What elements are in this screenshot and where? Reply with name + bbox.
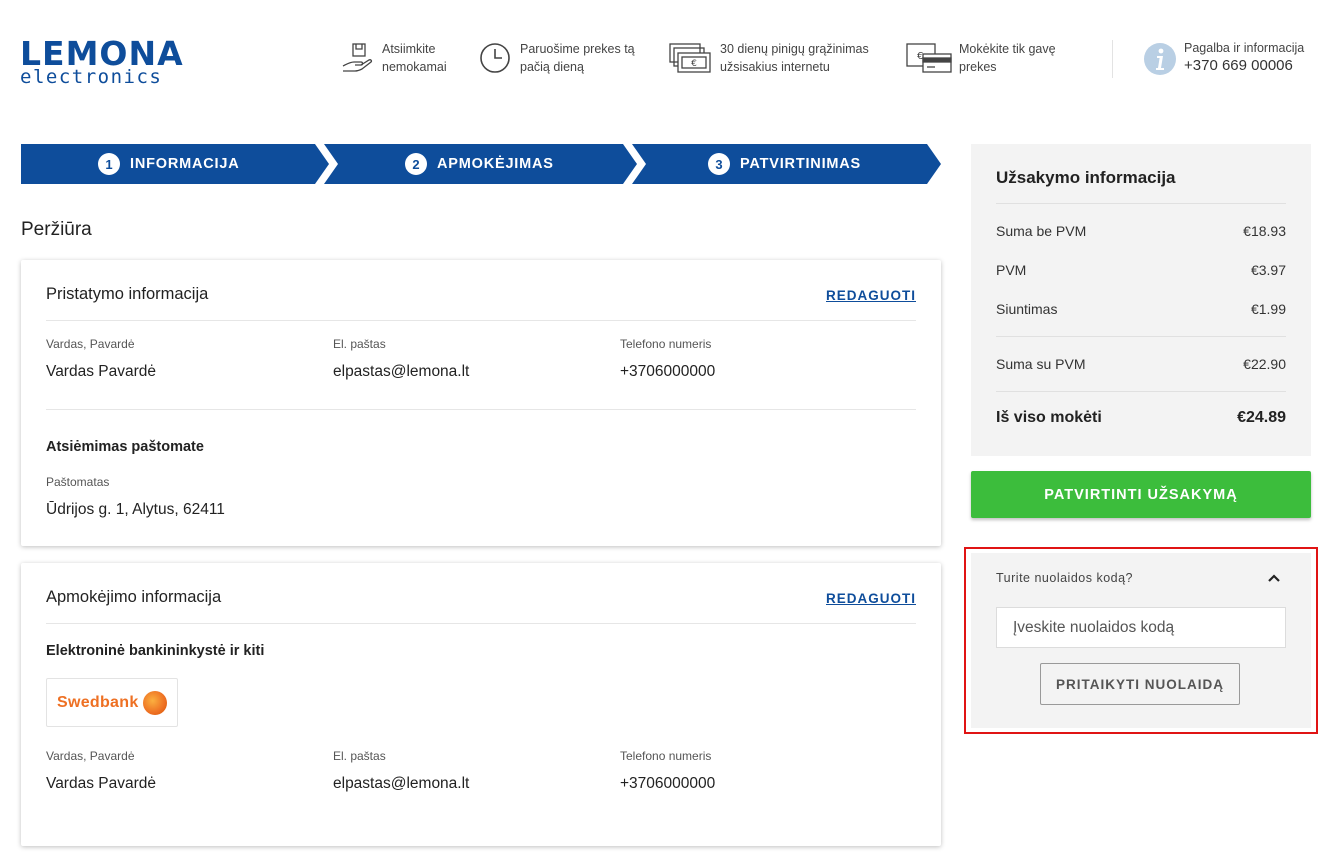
row-label: Siuntimas	[996, 301, 1058, 317]
help-label: Pagalba ir informacija	[1184, 41, 1305, 55]
row-value: €18.93	[1243, 223, 1286, 239]
delivery-card-title: Pristatymo informacija	[46, 285, 209, 303]
row-label: PVM	[996, 262, 1027, 278]
help-contact[interactable]: Pagalba ir informacija +370 669 00006	[1143, 40, 1304, 76]
divider	[996, 391, 1286, 392]
apply-discount-button[interactable]: PRITAIKYTI NUOLAIDĄ	[1040, 663, 1240, 705]
discount-code-panel: Turite nuolaidos kodą? PRITAIKYTI NUOLAI…	[971, 553, 1311, 728]
divider	[46, 320, 916, 321]
locker-label: Paštomatas	[46, 475, 110, 489]
row-label: Suma su PVM	[996, 356, 1086, 372]
header-divider	[1112, 40, 1113, 78]
step-label: APMOKĖJIMAS	[437, 156, 554, 172]
money-icon: €	[669, 43, 711, 73]
divider	[46, 623, 916, 624]
total-label: Iš viso mokėti	[996, 409, 1102, 426]
usp-free-pickup: Atsiimkite nemokamai	[340, 40, 447, 76]
row-value: €1.99	[1250, 301, 1286, 317]
discount-code-input[interactable]	[996, 607, 1286, 648]
divider	[996, 203, 1286, 204]
usp-line2: prekes	[959, 60, 997, 74]
usp-line2: nemokamai	[382, 60, 447, 74]
email-value: elpastas@lemona.lt	[333, 363, 470, 380]
chevron-up-icon[interactable]	[1267, 573, 1281, 583]
usp-line1: 30 dienų pinigų grąžinimas	[720, 42, 869, 56]
payment-card-title: Apmokėjimo informacija	[46, 588, 222, 606]
step-payment[interactable]: 2 APMOKĖJIMAS	[405, 144, 554, 184]
bank-name: Swedbank	[57, 693, 139, 711]
step-number: 1	[98, 153, 120, 175]
step-number: 2	[405, 153, 427, 175]
hand-box-icon	[342, 43, 373, 72]
name-label: Vardas, Pavardė	[46, 337, 135, 351]
step-confirmation: 3 PATVIRTINIMAS	[708, 144, 861, 184]
lemona-logo[interactable]: LEMONA electronics	[20, 37, 183, 88]
usp-line1: Atsiimkite	[382, 42, 436, 56]
row-label: Suma be PVM	[996, 223, 1087, 239]
summary-row-total: Iš viso mokėti €24.89	[996, 409, 1286, 427]
usp-line2: užsisakius internetu	[720, 60, 830, 74]
step-number: 3	[708, 153, 730, 175]
summary-row-vat: PVM €3.97	[996, 262, 1286, 278]
payment-info-card: Apmokėjimo informacija REDAGUOTI Elektro…	[21, 563, 941, 846]
summary-row-subtotal: Suma be PVM €18.93	[996, 223, 1286, 239]
confirm-order-button[interactable]: PATVIRTINTI UŽSAKYMĄ	[971, 471, 1311, 518]
phone-value: +3706000000	[620, 363, 716, 380]
page-title: Peržiūra	[21, 219, 92, 240]
clock-icon	[480, 43, 510, 73]
phone-label: Telefono numeris	[620, 749, 712, 763]
order-summary: Užsakymo informacija Suma be PVM €18.93 …	[971, 144, 1311, 456]
name-label: Vardas, Pavardė	[46, 749, 135, 763]
svg-text:€: €	[691, 59, 697, 69]
checkout-steps: 1 INFORMACIJA 2 APMOKĖJIMAS 3 PATVIRTINI…	[21, 144, 941, 184]
summary-row-with-vat: Suma su PVM €22.90	[996, 356, 1286, 372]
phone-value: +3706000000	[620, 775, 716, 792]
total-value: €24.89	[1237, 409, 1286, 426]
phone-label: Telefono numeris	[620, 337, 712, 351]
discount-question[interactable]: Turite nuolaidos kodą?	[996, 571, 1133, 585]
email-label: El. paštas	[333, 749, 386, 763]
usp-line1: Paruošime prekes tą	[520, 42, 635, 56]
usp-same-day: Paruošime prekes tą pačią dieną	[478, 40, 635, 76]
wallet-card-icon: €	[906, 43, 952, 73]
delivery-method-title: Atsiėmimas paštomate	[46, 439, 204, 455]
payment-method-title: Elektroninė bankininkystė ir kiti	[46, 643, 265, 659]
step-label: INFORMACIJA	[130, 156, 240, 172]
summary-row-shipping: Siuntimas €1.99	[996, 301, 1286, 317]
swedbank-sun-icon	[142, 690, 167, 715]
edit-payment-link[interactable]: REDAGUOTI	[826, 591, 916, 606]
divider	[46, 409, 916, 410]
email-value: elpastas@lemona.lt	[333, 775, 470, 792]
email-label: El. paštas	[333, 337, 386, 351]
name-value: Vardas Pavardė	[46, 363, 156, 380]
usp-money-back: € 30 dienų pinigų grąžinimas užsisakius …	[668, 40, 869, 76]
summary-title: Užsakymo informacija	[996, 168, 1176, 187]
swedbank-logo: Swedbank	[46, 678, 178, 727]
row-value: €22.90	[1243, 356, 1286, 372]
usp-line1: Mokėkite tik gavę	[959, 42, 1056, 56]
row-value: €3.97	[1250, 262, 1286, 278]
help-phone[interactable]: +370 669 00006	[1184, 56, 1304, 76]
info-icon	[1144, 43, 1176, 75]
locker-value: Ūdrijos g. 1, Alytus, 62411	[46, 501, 225, 518]
edit-delivery-link[interactable]: REDAGUOTI	[826, 288, 916, 303]
delivery-info-card: Pristatymo informacija REDAGUOTI Vardas,…	[21, 260, 941, 546]
usp-line2: pačią dieną	[520, 60, 584, 74]
site-header: LEMONA electronics Atsiimkite nemokamai …	[0, 0, 1339, 120]
name-value: Vardas Pavardė	[46, 775, 156, 792]
logo-sub-text: electronics	[20, 66, 163, 88]
usp-pay-on-delivery: € Mokėkite tik gavę prekes	[905, 40, 1056, 76]
divider	[996, 336, 1286, 337]
step-information[interactable]: 1 INFORMACIJA	[98, 144, 240, 184]
step-label: PATVIRTINIMAS	[740, 156, 862, 172]
